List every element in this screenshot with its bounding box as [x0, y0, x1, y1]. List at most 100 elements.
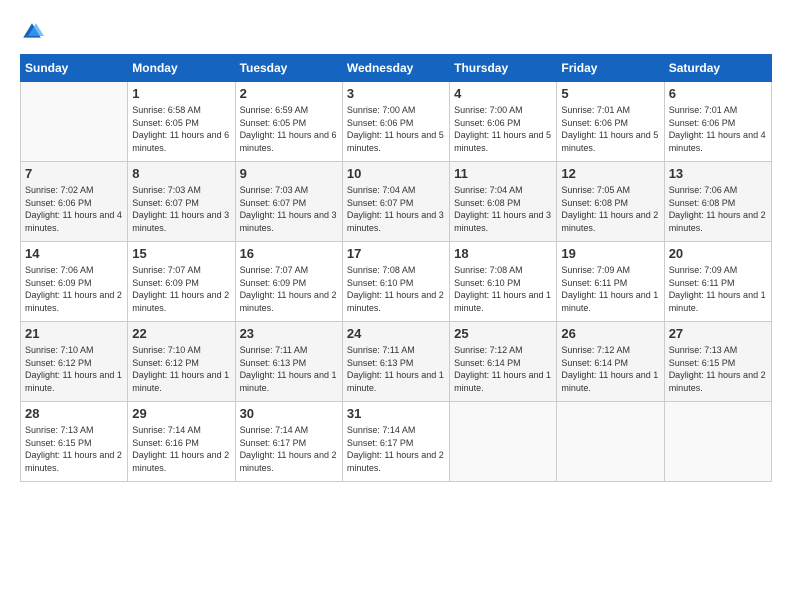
day-cell: 23 Sunrise: 7:11 AMSunset: 6:13 PMDayligh…: [235, 322, 342, 402]
day-cell: 27 Sunrise: 7:13 AMSunset: 6:15 PMDayligh…: [664, 322, 771, 402]
day-number: 26: [561, 326, 659, 341]
day-number: 18: [454, 246, 552, 261]
header-day-wednesday: Wednesday: [342, 55, 449, 82]
day-info: Sunrise: 7:10 AMSunset: 6:12 PMDaylight:…: [132, 344, 230, 394]
day-info: Sunrise: 7:01 AMSunset: 6:06 PMDaylight:…: [561, 104, 659, 154]
logo: [20, 20, 48, 44]
day-number: 4: [454, 86, 552, 101]
day-info: Sunrise: 7:11 AMSunset: 6:13 PMDaylight:…: [347, 344, 445, 394]
day-info: Sunrise: 7:14 AMSunset: 6:16 PMDaylight:…: [132, 424, 230, 474]
day-number: 31: [347, 406, 445, 421]
day-number: 23: [240, 326, 338, 341]
day-number: 29: [132, 406, 230, 421]
day-info: Sunrise: 6:59 AMSunset: 6:05 PMDaylight:…: [240, 104, 338, 154]
day-info: Sunrise: 7:07 AMSunset: 6:09 PMDaylight:…: [240, 264, 338, 314]
day-cell: 9 Sunrise: 7:03 AMSunset: 6:07 PMDaylight…: [235, 162, 342, 242]
day-cell: 29 Sunrise: 7:14 AMSunset: 6:16 PMDayligh…: [128, 402, 235, 482]
day-info: Sunrise: 7:09 AMSunset: 6:11 PMDaylight:…: [561, 264, 659, 314]
day-cell: 2 Sunrise: 6:59 AMSunset: 6:05 PMDaylight…: [235, 82, 342, 162]
day-info: Sunrise: 7:04 AMSunset: 6:08 PMDaylight:…: [454, 184, 552, 234]
day-number: 6: [669, 86, 767, 101]
day-info: Sunrise: 7:06 AMSunset: 6:08 PMDaylight:…: [669, 184, 767, 234]
day-number: 2: [240, 86, 338, 101]
day-info: Sunrise: 7:02 AMSunset: 6:06 PMDaylight:…: [25, 184, 123, 234]
day-cell: 30Sunrise: 7:14 AMSunset: 6:17 PMDayligh…: [235, 402, 342, 482]
day-number: 14: [25, 246, 123, 261]
day-info: Sunrise: 7:04 AMSunset: 6:07 PMDaylight:…: [347, 184, 445, 234]
day-info: Sunrise: 7:01 AMSunset: 6:06 PMDaylight:…: [669, 104, 767, 154]
day-info: Sunrise: 7:06 AMSunset: 6:09 PMDaylight:…: [25, 264, 123, 314]
header-day-saturday: Saturday: [664, 55, 771, 82]
header-row: SundayMondayTuesdayWednesdayThursdayFrid…: [21, 55, 772, 82]
day-number: 17: [347, 246, 445, 261]
day-cell: 10 Sunrise: 7:04 AMSunset: 6:07 PMDayligh…: [342, 162, 449, 242]
day-number: 20: [669, 246, 767, 261]
day-number: 5: [561, 86, 659, 101]
day-cell: 18 Sunrise: 7:08 AMSunset: 6:10 PMDayligh…: [450, 242, 557, 322]
day-number: 15: [132, 246, 230, 261]
day-info: Sunrise: 7:03 AMSunset: 6:07 PMDaylight:…: [132, 184, 230, 234]
day-cell: 8 Sunrise: 7:03 AMSunset: 6:07 PMDaylight…: [128, 162, 235, 242]
day-number: 13: [669, 166, 767, 181]
day-cell: 5 Sunrise: 7:01 AMSunset: 6:06 PMDaylight…: [557, 82, 664, 162]
day-number: 1: [132, 86, 230, 101]
day-info: Sunrise: 7:12 AMSunset: 6:14 PMDaylight:…: [454, 344, 552, 394]
header-day-sunday: Sunday: [21, 55, 128, 82]
day-number: 7: [25, 166, 123, 181]
day-number: 12: [561, 166, 659, 181]
day-info: Sunrise: 7:08 AMSunset: 6:10 PMDaylight:…: [454, 264, 552, 314]
day-number: 8: [132, 166, 230, 181]
day-cell: 3 Sunrise: 7:00 AMSunset: 6:06 PMDaylight…: [342, 82, 449, 162]
day-cell: 1Sunrise: 6:58 AMSunset: 6:05 PMDaylight…: [128, 82, 235, 162]
week-row-5: 28 Sunrise: 7:13 AMSunset: 6:15 PMDayligh…: [21, 402, 772, 482]
day-cell: 26Sunrise: 7:12 AMSunset: 6:14 PMDayligh…: [557, 322, 664, 402]
day-cell: [450, 402, 557, 482]
calendar-body: 1Sunrise: 6:58 AMSunset: 6:05 PMDaylight…: [21, 82, 772, 482]
day-cell: 13 Sunrise: 7:06 AMSunset: 6:08 PMDayligh…: [664, 162, 771, 242]
day-number: 11: [454, 166, 552, 181]
day-info: Sunrise: 7:00 AMSunset: 6:06 PMDaylight:…: [454, 104, 552, 154]
day-number: 10: [347, 166, 445, 181]
day-cell: 31 Sunrise: 7:14 AMSunset: 6:17 PMDayligh…: [342, 402, 449, 482]
day-number: 25: [454, 326, 552, 341]
day-info: Sunrise: 7:10 AMSunset: 6:12 PMDaylight:…: [25, 344, 123, 394]
week-row-3: 14 Sunrise: 7:06 AMSunset: 6:09 PMDayligh…: [21, 242, 772, 322]
day-number: 19: [561, 246, 659, 261]
page-header: [20, 20, 772, 44]
day-info: Sunrise: 7:13 AMSunset: 6:15 PMDaylight:…: [25, 424, 123, 474]
header-day-tuesday: Tuesday: [235, 55, 342, 82]
day-number: 27: [669, 326, 767, 341]
day-cell: 22Sunrise: 7:10 AMSunset: 6:12 PMDayligh…: [128, 322, 235, 402]
logo-icon: [20, 20, 44, 44]
day-number: 28: [25, 406, 123, 421]
day-cell: 24Sunrise: 7:11 AMSunset: 6:13 PMDayligh…: [342, 322, 449, 402]
day-cell: 25 Sunrise: 7:12 AMSunset: 6:14 PMDayligh…: [450, 322, 557, 402]
day-cell: 15Sunrise: 7:07 AMSunset: 6:09 PMDayligh…: [128, 242, 235, 322]
day-cell: 14 Sunrise: 7:06 AMSunset: 6:09 PMDayligh…: [21, 242, 128, 322]
day-cell: 17Sunrise: 7:08 AMSunset: 6:10 PMDayligh…: [342, 242, 449, 322]
day-cell: 28 Sunrise: 7:13 AMSunset: 6:15 PMDayligh…: [21, 402, 128, 482]
day-number: 3: [347, 86, 445, 101]
day-info: Sunrise: 7:00 AMSunset: 6:06 PMDaylight:…: [347, 104, 445, 154]
day-cell: [557, 402, 664, 482]
day-info: Sunrise: 7:13 AMSunset: 6:15 PMDaylight:…: [669, 344, 767, 394]
day-cell: 12Sunrise: 7:05 AMSunset: 6:08 PMDayligh…: [557, 162, 664, 242]
day-cell: 20Sunrise: 7:09 AMSunset: 6:11 PMDayligh…: [664, 242, 771, 322]
week-row-1: 1Sunrise: 6:58 AMSunset: 6:05 PMDaylight…: [21, 82, 772, 162]
header-day-friday: Friday: [557, 55, 664, 82]
day-cell: 16 Sunrise: 7:07 AMSunset: 6:09 PMDayligh…: [235, 242, 342, 322]
week-row-2: 7 Sunrise: 7:02 AMSunset: 6:06 PMDaylight…: [21, 162, 772, 242]
week-row-4: 21 Sunrise: 7:10 AMSunset: 6:12 PMDayligh…: [21, 322, 772, 402]
day-number: 16: [240, 246, 338, 261]
day-info: Sunrise: 7:14 AMSunset: 6:17 PMDaylight:…: [347, 424, 445, 474]
day-number: 21: [25, 326, 123, 341]
day-cell: 21 Sunrise: 7:10 AMSunset: 6:12 PMDayligh…: [21, 322, 128, 402]
day-number: 9: [240, 166, 338, 181]
day-cell: [21, 82, 128, 162]
day-cell: 19 Sunrise: 7:09 AMSunset: 6:11 PMDayligh…: [557, 242, 664, 322]
calendar-table: SundayMondayTuesdayWednesdayThursdayFrid…: [20, 54, 772, 482]
day-info: Sunrise: 7:11 AMSunset: 6:13 PMDaylight:…: [240, 344, 338, 394]
day-info: Sunrise: 7:03 AMSunset: 6:07 PMDaylight:…: [240, 184, 338, 234]
day-cell: 6 Sunrise: 7:01 AMSunset: 6:06 PMDaylight…: [664, 82, 771, 162]
header-day-thursday: Thursday: [450, 55, 557, 82]
